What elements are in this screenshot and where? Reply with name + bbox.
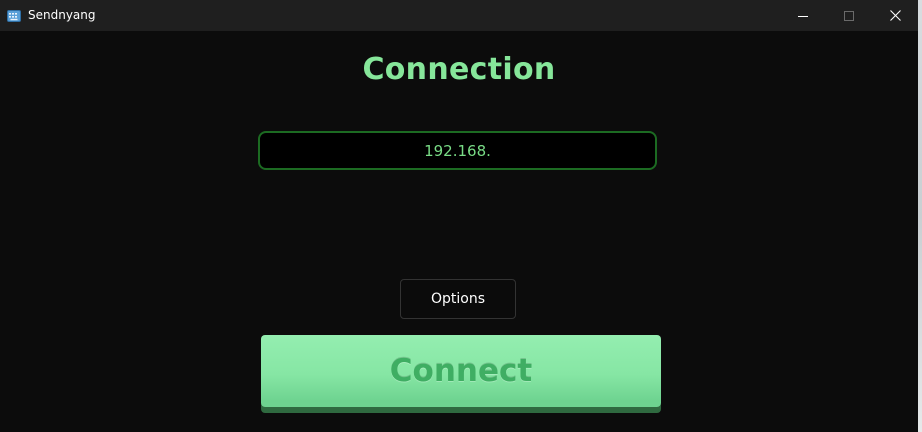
options-button[interactable]: Options xyxy=(400,279,516,319)
ip-address-input[interactable] xyxy=(258,131,657,170)
keyboard-icon xyxy=(7,8,21,22)
maximize-icon xyxy=(844,6,854,25)
minimize-button[interactable] xyxy=(780,0,826,31)
app-window: Sendnyang Connection Options Connect xyxy=(0,0,919,432)
desktop-background xyxy=(918,0,922,432)
window-title: Sendnyang xyxy=(28,8,96,22)
title-bar[interactable]: Sendnyang xyxy=(0,0,918,31)
close-icon xyxy=(889,6,901,25)
close-button[interactable] xyxy=(872,0,918,31)
options-button-label: Options xyxy=(430,291,486,307)
maximize-button[interactable] xyxy=(826,0,872,31)
connect-button[interactable]: Connect xyxy=(261,335,661,407)
page-title: Connection xyxy=(362,52,556,87)
minimize-icon xyxy=(798,6,808,25)
connect-button-label: Connect xyxy=(389,353,533,389)
